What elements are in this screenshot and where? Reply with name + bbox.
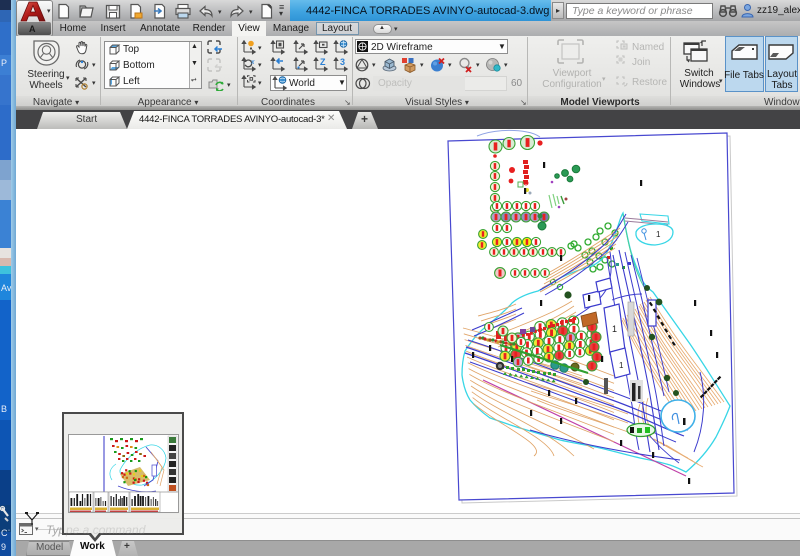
svg-text:1: 1: [619, 361, 624, 370]
svg-text:1: 1: [612, 324, 617, 334]
svg-text:1: 1: [656, 230, 661, 239]
